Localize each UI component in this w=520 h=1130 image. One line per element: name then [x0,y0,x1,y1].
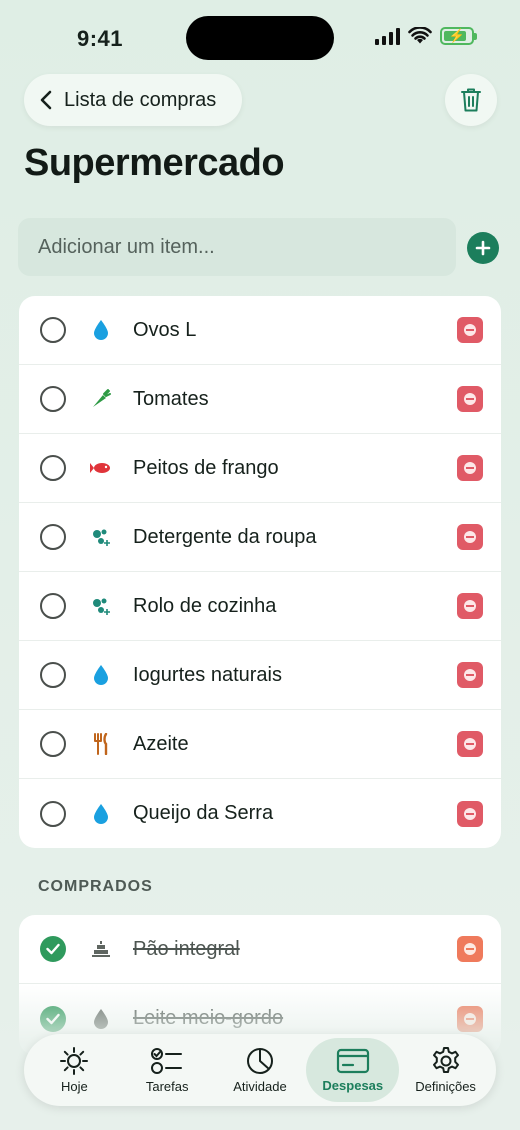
completed-section-label: COMPRADOS [38,878,153,895]
item-label: Tomates [133,387,209,410]
item-checkbox[interactable] [40,317,66,343]
owner-badge-icon [457,317,483,343]
owner-badge-icon [457,800,483,827]
item-label: Iogurtes naturais [133,663,282,686]
item-checkbox-checked[interactable] [40,936,66,962]
item-checkbox[interactable] [40,731,66,757]
back-button-label: Lista de compras [64,88,217,111]
tab-definicoes[interactable]: Definições [399,1038,492,1102]
drop-icon [89,1007,113,1031]
item-checkbox-checked[interactable] [40,1005,66,1032]
owner-badge-icon [457,1005,483,1032]
tab-label: Hoje [61,1079,88,1094]
fish-icon [89,456,113,480]
tab-label: Tarefas [145,1079,189,1094]
checklist-icon [151,1048,183,1074]
owner-badge-icon [457,593,483,619]
owner-badge-icon [457,524,483,550]
chevron-left-icon [40,90,52,110]
fork-knife-icon [89,732,113,756]
item-label: Rolo de cozinha [133,594,277,617]
item-checkbox[interactable] [40,386,66,412]
tab-label: Definições [415,1079,476,1094]
list-item[interactable]: Azeite [19,710,501,779]
list-item[interactable]: Peitos de frango [19,434,501,503]
drop-icon [89,802,113,826]
item-checkbox[interactable] [40,662,66,688]
item-label: Detergente da roupa [133,525,317,548]
list-item[interactable]: Detergente da roupa [19,503,501,572]
owner-badge-icon [457,455,483,481]
tab-bar: Hoje Tarefas Atividade Despesas Definiçõ… [24,1034,496,1106]
item-checkbox[interactable] [40,524,66,550]
list-item[interactable]: Ovos L [19,296,501,365]
dynamic-island [186,16,334,60]
drop-icon [89,318,113,342]
list-item[interactable]: Tomates [19,365,501,434]
list-item[interactable]: Queijo da Serra [19,779,501,848]
list-item[interactable]: Rolo de cozinha [19,572,501,641]
owner-badge-icon [457,386,483,412]
list-item[interactable]: Iogurtes naturais [19,641,501,710]
tab-tarefas[interactable]: Tarefas [121,1038,214,1102]
owner-badge-icon [457,662,483,688]
battery-icon: ⚡ [440,27,477,45]
item-checkbox[interactable] [40,455,66,481]
delete-list-button[interactable] [445,74,497,126]
item-label: Leite meio-gordo [133,1007,284,1029]
item-label: Azeite [133,732,189,755]
tab-label: Atividade [233,1079,287,1094]
add-item-button[interactable] [467,232,499,264]
item-label: Queijo da Serra [133,802,274,824]
gear-icon [432,1047,459,1073]
signal-icon [375,27,400,45]
tab-label: Despesas [322,1078,384,1093]
plus-icon [475,240,491,256]
cake-icon [89,937,113,961]
checkmark-icon [46,943,60,955]
item-checkbox[interactable] [40,593,66,619]
bubbles-icon [89,525,113,549]
checkmark-icon [46,1013,60,1024]
status-icons: ⚡ [375,27,477,45]
owner-badge-icon [457,936,483,962]
page-title: Supermercado [24,142,285,184]
item-checkbox[interactable] [40,800,66,827]
add-item-input[interactable] [18,218,456,276]
list-item[interactable]: Pão integral [19,915,501,984]
tab-despesas[interactable]: Despesas [306,1038,400,1102]
item-label: Peitos de frango [133,456,279,479]
carrot-icon [89,387,113,411]
pending-items-list: Ovos L Tomates Peitos de frango Detergen… [19,296,501,848]
card-icon [336,1048,369,1074]
owner-badge-icon [457,731,483,757]
trash-icon [461,88,481,112]
drop-icon [89,663,113,687]
pie-chart-icon [246,1048,273,1074]
wifi-icon [408,27,432,44]
back-button[interactable]: Lista de compras [24,74,242,126]
sun-icon [60,1047,89,1075]
bubbles-icon [89,594,113,618]
tab-hoje[interactable]: Hoje [28,1038,121,1102]
status-bar: 9:41 ⚡ [0,0,520,76]
status-time: 9:41 [77,26,124,51]
tab-atividade[interactable]: Atividade [214,1038,307,1102]
item-label: Ovos L [133,318,197,341]
item-label: Pão integral [133,937,240,960]
